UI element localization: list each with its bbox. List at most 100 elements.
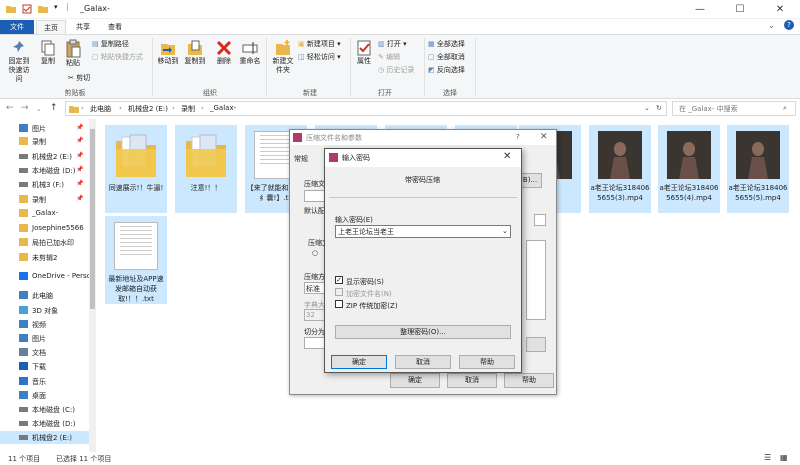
- nav-item[interactable]: 机械盘2 (E:) 📌: [0, 150, 96, 163]
- file-item[interactable]: 同速展示!！牛逼!: [105, 125, 167, 213]
- breadcrumb-recordings[interactable]: 录制: [181, 104, 195, 114]
- new-folder-icon[interactable]: [38, 4, 48, 14]
- zip-legacy-checkbox[interactable]: [335, 300, 343, 308]
- forward-arrow-icon[interactable]: →: [21, 103, 29, 113]
- rename-button[interactable]: 重命名: [238, 39, 262, 66]
- nav-item[interactable]: 本地磁盘 (C:): [0, 403, 96, 416]
- organize-passwords-button[interactable]: 整理密码(O)...: [335, 325, 511, 339]
- nav-item[interactable]: 音乐: [0, 375, 96, 388]
- nav-item[interactable]: _Galax-: [0, 207, 96, 220]
- copy-to-button[interactable]: 复制到: [182, 39, 208, 66]
- ribbon-collapse-icon[interactable]: ⌄: [768, 21, 775, 30]
- maximize-button[interactable]: ☐: [720, 0, 760, 19]
- nav-item[interactable]: Josephine5566: [0, 222, 96, 235]
- tab-home[interactable]: 主页: [36, 20, 66, 34]
- compression-method-select[interactable]: 标准: [304, 282, 326, 294]
- move-to-button[interactable]: 移动到: [155, 39, 181, 66]
- password-ok-button[interactable]: 确定: [331, 355, 387, 369]
- nav-item[interactable]: 本地磁盘 (D:): [0, 417, 96, 430]
- nav-item[interactable]: 桌面: [0, 389, 96, 402]
- nav-scrollbar[interactable]: [89, 119, 96, 452]
- cut-button[interactable]: ✂ 剪切: [68, 73, 90, 83]
- help-icon[interactable]: ?: [784, 20, 794, 30]
- open-button[interactable]: ▥ 打开 ▾: [378, 39, 407, 49]
- file-item[interactable]: 最新地址及APP速发邮箱自动获取!！！.txt: [105, 216, 167, 304]
- new-item-button[interactable]: ▣ 新建项目 ▾: [298, 39, 341, 49]
- nav-item[interactable]: 下载: [0, 360, 96, 373]
- recent-locations-icon[interactable]: ⌄: [36, 105, 42, 113]
- nav-item[interactable]: 录制 📌: [0, 193, 96, 206]
- select-none-button[interactable]: ▢ 全部取消: [428, 52, 465, 62]
- copy-path-button[interactable]: ▤ 复制路径: [92, 39, 129, 49]
- file-item[interactable]: a老王论坛3184065655(3).mp4: [589, 125, 651, 213]
- password-cancel-button[interactable]: 取消: [395, 355, 451, 369]
- pin-quick-access-button[interactable]: 固定到快速访问: [2, 39, 36, 84]
- details-view-icon[interactable]: ☰: [764, 453, 771, 462]
- archive-cancel-button[interactable]: 取消: [447, 373, 497, 388]
- nav-item[interactable]: 文档: [0, 346, 96, 359]
- format-radio[interactable]: ○: [312, 249, 318, 257]
- path-dropdown-icon[interactable]: ⌄: [644, 104, 650, 112]
- up-arrow-icon[interactable]: ↑: [50, 103, 58, 113]
- copy-button[interactable]: 复制: [37, 39, 59, 66]
- help-question-icon[interactable]: ?: [516, 133, 520, 141]
- close-button[interactable]: ✕: [760, 0, 800, 19]
- search-input[interactable]: 在 _Galax- 中搜索 ⌕: [672, 101, 796, 116]
- nav-item[interactable]: 机械盘2 (E:): [0, 431, 96, 444]
- password-input[interactable]: 上老王论坛当老王 ⌄: [335, 225, 511, 238]
- back-arrow-icon[interactable]: ←: [6, 103, 14, 113]
- close-icon[interactable]: ✕: [540, 132, 548, 142]
- breadcrumb[interactable]: › 此电脑 › 机械盘2 (E:) › 录制 › _Galax- ⌄ ↻: [65, 101, 667, 116]
- properties-button[interactable]: 属性: [353, 39, 375, 66]
- tab-share[interactable]: 共享: [68, 20, 98, 34]
- history-button[interactable]: ◷ 历史记录: [378, 65, 414, 75]
- file-item[interactable]: a老王论坛3184065655(4).mp4: [658, 125, 720, 213]
- delete-button[interactable]: 删除: [212, 39, 236, 66]
- nav-item[interactable]: 局拍已加水印: [0, 236, 96, 249]
- close-icon[interactable]: ✕: [503, 151, 511, 162]
- edit-button[interactable]: ✎ 编辑: [378, 52, 400, 62]
- file-item[interactable]: 注意!！！: [175, 125, 237, 213]
- nav-item-label: 录制: [32, 196, 46, 204]
- file-item[interactable]: a老王论坛3184065655(5).mp4: [727, 125, 789, 213]
- invert-selection-button[interactable]: ◩ 反向选择: [428, 65, 465, 75]
- quick-access-dropdown-icon[interactable]: ▾: [54, 3, 64, 13]
- breadcrumb-galax[interactable]: _Galax-: [210, 104, 236, 112]
- tab-view[interactable]: 查看: [100, 20, 130, 34]
- nav-item[interactable]: 录制 📌: [0, 135, 96, 148]
- dictionary-size-select[interactable]: 32: [304, 309, 326, 321]
- nav-item[interactable]: 此电脑: [0, 289, 96, 302]
- large-icons-view-icon[interactable]: ▦: [780, 453, 788, 462]
- password-help-button[interactable]: 帮助: [459, 355, 515, 369]
- breadcrumb-drive-e[interactable]: 机械盘2 (E:): [128, 104, 168, 114]
- archive-name-field[interactable]: [304, 190, 326, 202]
- select-all-button[interactable]: ▦ 全部选择: [428, 39, 465, 49]
- refresh-icon[interactable]: ↻: [656, 104, 662, 112]
- chevron-down-icon[interactable]: ⌄: [502, 227, 508, 235]
- update-mode-dropdown[interactable]: [534, 214, 546, 226]
- properties-check-icon[interactable]: [22, 4, 32, 14]
- archive-help-button[interactable]: 帮助: [504, 373, 554, 388]
- encrypt-names-checkbox[interactable]: [335, 288, 343, 296]
- archive-ok-button[interactable]: 确定: [390, 373, 440, 388]
- scrollbar-thumb[interactable]: [90, 129, 95, 309]
- easy-access-button[interactable]: ◫ 轻松访问 ▾: [298, 52, 341, 62]
- tab-general[interactable]: 常规: [294, 154, 308, 164]
- nav-item[interactable]: 3D 对象: [0, 304, 96, 317]
- nav-item[interactable]: 本地磁盘 (D:) 📌: [0, 164, 96, 177]
- minimize-button[interactable]: —: [680, 0, 720, 19]
- nav-item[interactable]: 视频: [0, 318, 96, 331]
- set-password-button[interactable]: [526, 337, 546, 352]
- nav-item[interactable]: OneDrive - Perso: [0, 270, 96, 283]
- breadcrumb-this-pc[interactable]: 此电脑: [90, 104, 111, 114]
- options-list[interactable]: [526, 240, 546, 320]
- paste-button[interactable]: 粘贴: [62, 39, 84, 68]
- nav-item[interactable]: 图片 📌: [0, 122, 96, 135]
- nav-item[interactable]: 图片: [0, 332, 96, 345]
- show-password-checkbox[interactable]: ✓: [335, 276, 343, 284]
- new-folder-button[interactable]: 新建文件夹: [270, 39, 296, 75]
- split-volume-field[interactable]: [304, 337, 326, 349]
- paste-shortcut-button[interactable]: ▢ 粘贴快捷方式: [92, 52, 143, 62]
- nav-item[interactable]: 机械3 (F:) 📌: [0, 178, 96, 191]
- nav-item[interactable]: 未剪辑2: [0, 251, 96, 264]
